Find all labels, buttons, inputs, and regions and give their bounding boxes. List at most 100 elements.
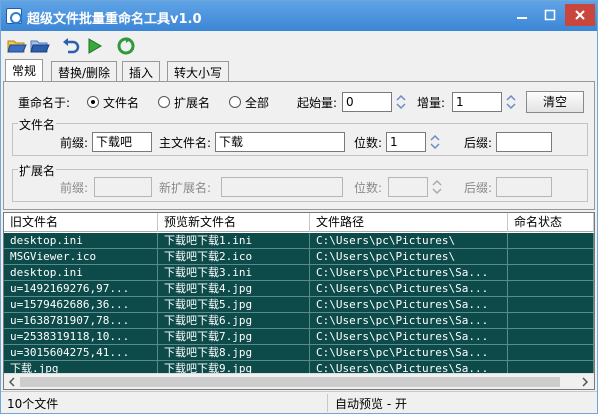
tab-replace-delete[interactable]: 替换/删除 [51, 61, 118, 81]
status-cell [508, 281, 594, 297]
open-folder-icon [7, 40, 27, 53]
ext-digits-input[interactable] [388, 177, 428, 197]
ext-suffix-input[interactable] [496, 177, 552, 197]
radio-extension-label[interactable]: 扩展名 [174, 94, 210, 111]
tab-insert[interactable]: 插入 [122, 61, 161, 81]
path-cell: C:\Users\pc\Pictures\ [310, 249, 508, 265]
filename-prefix-input[interactable]: 下载吧 [92, 132, 152, 152]
digits-input[interactable]: 1 [386, 132, 426, 152]
old-name-cell: u=3015604275,41... [4, 345, 158, 361]
status-cell [508, 345, 594, 361]
column-header-status[interactable]: 命名状态 [508, 213, 594, 232]
new-ext-input[interactable] [221, 177, 343, 197]
table-row[interactable]: MSGViewer.ico 下载吧下载2.ico C:\Users\pc\Pictu… [4, 249, 594, 265]
horizontal-scrollbar[interactable] [4, 373, 594, 389]
open-folder-button[interactable] [7, 37, 27, 55]
column-header-old-name[interactable]: 旧文件名 [4, 213, 158, 232]
filename-prefix-label: 前缀: [60, 136, 89, 150]
clear-button[interactable]: 清空 [526, 91, 584, 113]
path-cell: C:\Users\pc\Pictures\Sa... [310, 281, 508, 297]
table-row[interactable]: u=2538319118,10... 下载吧下载7.jpg C:\Users\pc\… [4, 329, 594, 345]
radio-filename-label[interactable]: 文件名 [103, 94, 139, 111]
tab-bar: 常规 替换/删除 插入 转大小写 [1, 59, 597, 81]
toolbar [1, 31, 597, 59]
increment-input[interactable]: 1 [452, 92, 502, 112]
table-row[interactable]: desktop.ini 下载吧下载1.ini C:\Users\pc\Picture… [4, 233, 594, 249]
status-cell [508, 313, 594, 329]
status-bar: 10个文件 自动预览 - 开 [1, 391, 597, 413]
new-name-cell: 下载吧下载8.jpg [158, 345, 310, 361]
recycle-button[interactable] [116, 37, 136, 55]
app-window: 超级文件批量重命名工具v1.0 常规 替换/删除 插入 转大小写 重命名于: 文… [0, 0, 598, 414]
old-name-cell: u=1492169276,97... [4, 281, 158, 297]
run-icon [88, 38, 102, 54]
run-button[interactable] [85, 37, 105, 55]
maximize-button[interactable] [537, 4, 563, 26]
radio-filename[interactable] [87, 96, 99, 108]
file-count-status: 10个文件 [7, 397, 59, 411]
file-list-header: 旧文件名 预览新文件名 文件路径 命名状态 [4, 213, 594, 232]
main-filename-label: 主文件名: [159, 136, 212, 150]
close-button[interactable] [565, 4, 595, 26]
file-list[interactable]: 旧文件名 预览新文件名 文件路径 命名状态 desktop.ini 下载吧下载1.… [3, 212, 595, 390]
path-cell: C:\Users\pc\Pictures\Sa... [310, 297, 508, 313]
undo-icon [63, 38, 80, 54]
old-name-cell: desktop.ini [4, 265, 158, 281]
status-cell [508, 249, 594, 265]
status-cell [508, 329, 594, 345]
path-cell: C:\Users\pc\Pictures\Sa... [310, 313, 508, 329]
increment-spinner[interactable] [504, 92, 518, 112]
table-row[interactable]: u=1492169276,97... 下载吧下载4.jpg C:\Users\pc\… [4, 281, 594, 297]
ext-prefix-label: 前缀: [60, 181, 89, 195]
digits-spinner[interactable] [428, 132, 442, 152]
status-divider [327, 394, 328, 412]
path-cell: C:\Users\pc\Pictures\Sa... [310, 345, 508, 361]
new-name-cell: 下载吧下载2.ico [158, 249, 310, 265]
start-spinner[interactable] [394, 92, 408, 112]
radio-all-label[interactable]: 全部 [245, 94, 269, 111]
old-name-cell: desktop.ini [4, 233, 158, 249]
tab-general[interactable]: 常规 [5, 59, 44, 81]
ext-digits-label: 位数: [354, 181, 383, 195]
title-bar[interactable]: 超级文件批量重命名工具v1.0 [1, 1, 597, 31]
main-filename-input[interactable]: 下载 [215, 132, 345, 152]
undo-button[interactable] [61, 37, 81, 55]
scrollbar-thumb[interactable] [20, 377, 560, 387]
table-row[interactable]: u=1579462686,36... 下载吧下载5.jpg C:\Users\pc\… [4, 297, 594, 313]
table-row[interactable]: u=1638781907,78... 下载吧下载6.jpg C:\Users\pc\… [4, 313, 594, 329]
app-logo-icon [6, 8, 22, 24]
filename-suffix-input[interactable] [496, 132, 552, 152]
open-file-button[interactable] [30, 37, 50, 55]
auto-preview-status: 自动预览 - 开 [335, 397, 407, 411]
minimize-icon [517, 17, 527, 19]
status-cell [508, 297, 594, 313]
close-icon [575, 10, 585, 20]
radio-extension[interactable] [158, 96, 170, 108]
filename-group-legend: 文件名 [18, 116, 57, 133]
old-name-cell: u=2538319118,10... [4, 329, 158, 345]
rename-target-label: 重命名于: [18, 96, 71, 110]
new-name-cell: 下载吧下载5.jpg [158, 297, 310, 313]
spin-up-down-icon [432, 179, 442, 195]
table-row[interactable]: desktop.ini 下载吧下载3.ini C:\Users\pc\Picture… [4, 265, 594, 281]
ext-prefix-input[interactable] [94, 177, 152, 197]
column-header-path[interactable]: 文件路径 [310, 213, 508, 232]
path-cell: C:\Users\pc\Pictures\Sa... [310, 265, 508, 281]
filename-suffix-label: 后缀: [464, 136, 493, 150]
status-cell [508, 265, 594, 281]
scroll-left-icon [8, 377, 15, 387]
increment-label: 增量: [417, 96, 446, 110]
new-name-cell: 下载吧下载4.jpg [158, 281, 310, 297]
spin-up-down-icon [506, 94, 516, 110]
extension-group-legend: 扩展名 [18, 162, 57, 179]
table-row[interactable]: u=3015604275,41... 下载吧下载8.jpg C:\Users\pc\… [4, 345, 594, 361]
old-name-cell: MSGViewer.ico [4, 249, 158, 265]
start-input[interactable]: 0 [342, 92, 392, 112]
ext-digits-spinner[interactable] [430, 177, 444, 197]
radio-all[interactable] [229, 96, 241, 108]
tab-case-convert[interactable]: 转大小写 [167, 61, 230, 81]
column-header-new-name[interactable]: 预览新文件名 [158, 213, 310, 232]
open-file-icon [30, 40, 50, 53]
digits-label: 位数: [354, 136, 383, 150]
minimize-button[interactable] [509, 4, 535, 26]
